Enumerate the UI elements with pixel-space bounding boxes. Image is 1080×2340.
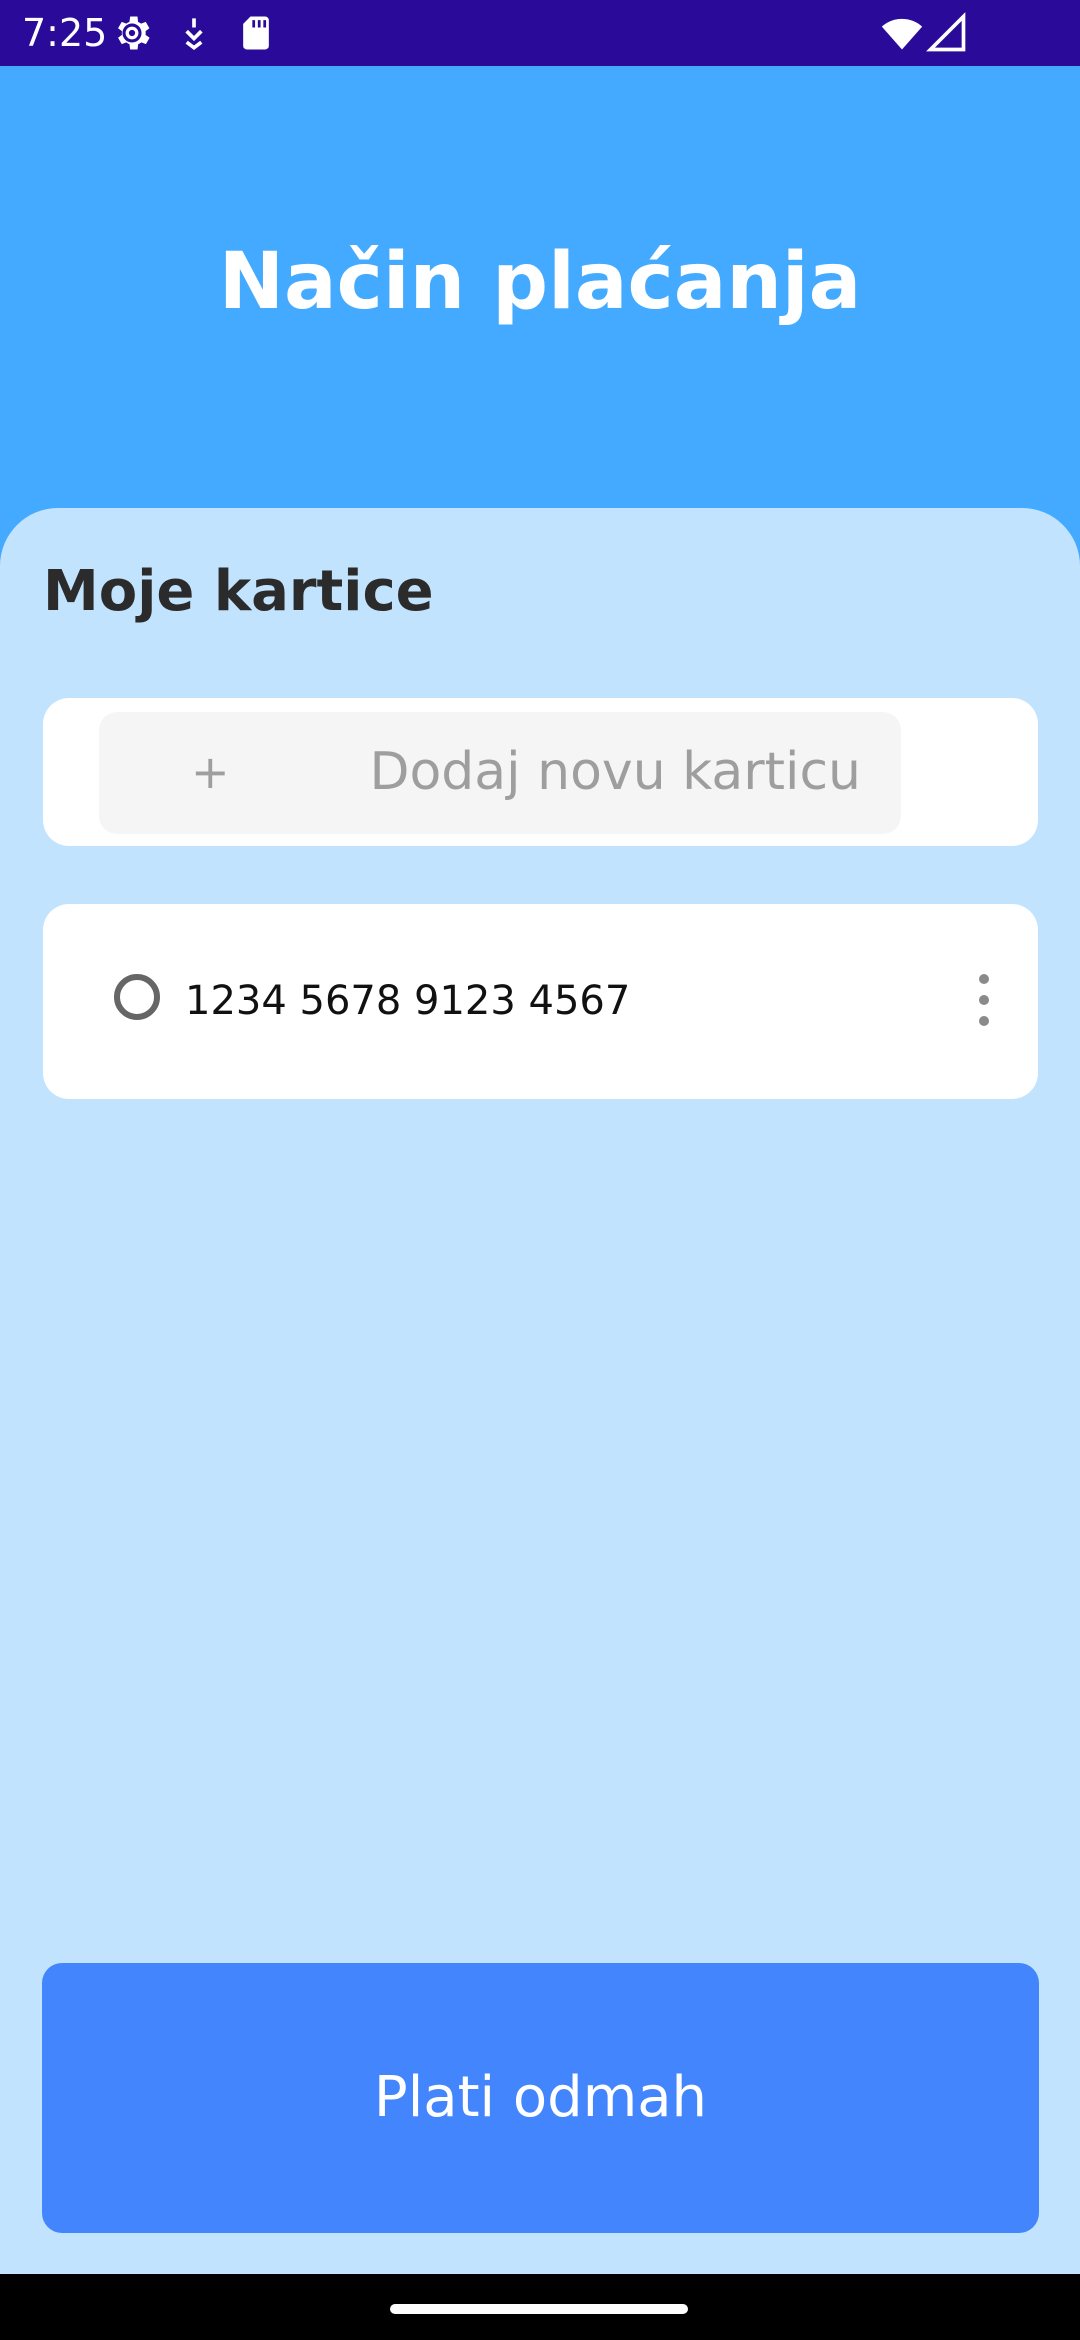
add-card-label: Dodaj novu karticu xyxy=(369,742,861,802)
more-options-icon[interactable] xyxy=(972,970,996,1030)
status-bar: 7:25 xyxy=(0,0,1080,66)
saved-card-item[interactable]: 1234 5678 9123 4567 xyxy=(43,904,1038,1099)
gear-icon xyxy=(110,11,154,55)
navigation-bar xyxy=(0,2274,1080,2340)
plus-icon: + xyxy=(191,745,230,799)
section-title: Moje kartice xyxy=(43,559,434,624)
pay-now-button[interactable]: Plati odmah xyxy=(42,1963,1039,2233)
home-gesture-handle[interactable] xyxy=(390,2304,688,2314)
notification-icon xyxy=(172,11,216,55)
card-number: 1234 5678 9123 4567 xyxy=(185,978,631,1024)
add-card-button[interactable]: + Dodaj novu karticu xyxy=(99,712,901,834)
add-card-container: + Dodaj novu karticu xyxy=(43,698,1038,846)
page-title: Način plaćanja xyxy=(218,237,862,327)
sd-card-icon xyxy=(234,11,278,55)
status-time: 7:25 xyxy=(22,11,108,55)
signal-icon xyxy=(925,11,969,55)
header: Način plaćanja xyxy=(0,66,1080,576)
card-select-radio[interactable] xyxy=(114,974,160,1020)
wifi-icon xyxy=(880,11,924,55)
